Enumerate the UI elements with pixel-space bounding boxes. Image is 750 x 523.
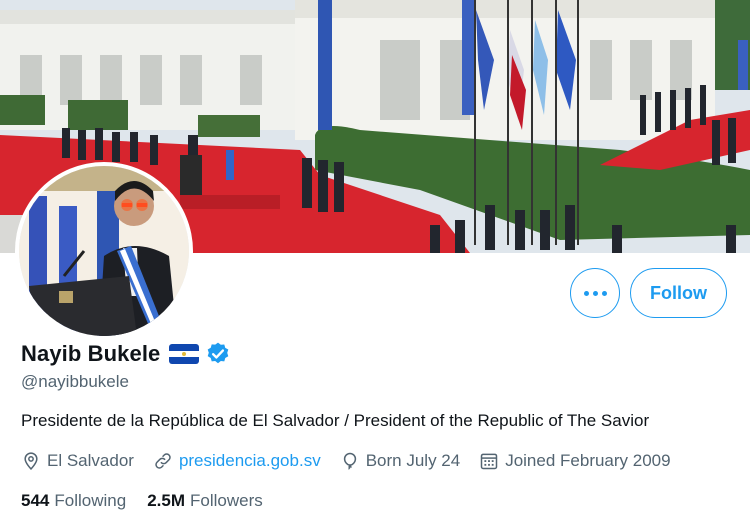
joined-label: Joined February 2009 [505, 451, 671, 470]
followers-link[interactable]: 2.5M Followers [147, 491, 263, 511]
profile-handle: @nayibbukele [21, 372, 129, 391]
profile-stats: 544 Following 2.5M Followers [21, 489, 284, 513]
el-salvador-flag-icon [169, 344, 200, 364]
website-link[interactable]: presidencia.gob.sv [179, 451, 321, 471]
profile-location: El Salvador [21, 451, 134, 471]
calendar-icon [480, 453, 498, 470]
followers-label: Followers [189, 491, 263, 510]
profile-bio: Presidente de la República de El Salvado… [21, 411, 650, 430]
verified-badge-icon[interactable] [205, 341, 231, 367]
followers-count: 2.5M [147, 491, 185, 510]
location-label: El Salvador [47, 451, 134, 470]
more-options-button[interactable] [570, 268, 620, 318]
link-icon [155, 453, 171, 469]
following-link[interactable]: 544 Following [21, 491, 126, 511]
more-horizontal-icon [583, 290, 589, 296]
profile-meta: El Salvador presidencia.gob.sv Born July… [21, 448, 690, 474]
follow-button[interactable]: Follow [630, 268, 727, 318]
profile-name-row: Nayib Bukele [21, 340, 231, 368]
birthday-label: Born July 24 [365, 451, 461, 470]
profile-name: Nayib Bukele [21, 341, 161, 366]
following-count: 544 [21, 491, 50, 510]
avatar-frame[interactable] [15, 162, 193, 340]
profile-joined: Joined February 2009 [479, 451, 671, 471]
profile-website: presidencia.gob.sv [153, 451, 321, 471]
avatar[interactable] [19, 166, 189, 336]
location-pin-icon [24, 452, 38, 470]
profile-birthday: Born July 24 [340, 451, 461, 471]
following-label: Following [54, 491, 127, 510]
avatar-image [19, 166, 189, 336]
balloon-icon [343, 452, 356, 470]
